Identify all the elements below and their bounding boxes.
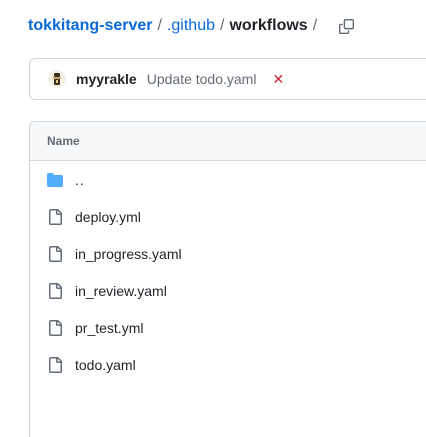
file-table: Name .. deploy.yml in_progress.yaml in_r…	[29, 121, 426, 437]
breadcrumb-separator: /	[312, 17, 318, 34]
breadcrumb-repo-link[interactable]: tokkitang-server	[28, 14, 153, 38]
breadcrumb-folder-link[interactable]: .github	[167, 14, 215, 38]
file-icon	[47, 319, 63, 336]
file-icon	[47, 282, 63, 299]
file-name-link[interactable]: deploy.yml	[75, 209, 141, 225]
file-name-link[interactable]: in_review.yaml	[75, 283, 167, 299]
file-name-link[interactable]: todo.yaml	[75, 357, 136, 373]
file-row[interactable]: in_progress.yaml	[30, 235, 426, 272]
user-avatar-icon	[53, 73, 61, 85]
avatar[interactable]	[48, 70, 66, 88]
breadcrumb: tokkitang-server / .github / workflows /	[28, 14, 358, 38]
file-icon	[47, 356, 63, 373]
file-row[interactable]: in_review.yaml	[30, 272, 426, 309]
parent-directory-label[interactable]: ..	[75, 172, 85, 188]
parent-directory-row[interactable]: ..	[30, 161, 426, 198]
copy-icon	[338, 18, 354, 34]
ci-status-failed-icon[interactable]: ✕	[272, 71, 284, 88]
file-name-link[interactable]: pr_test.yml	[75, 320, 143, 336]
name-column-header: Name	[47, 134, 80, 148]
breadcrumb-current: workflows	[229, 17, 308, 34]
file-icon	[47, 245, 63, 262]
breadcrumb-separator: /	[157, 17, 162, 34]
breadcrumb-separator: /	[220, 17, 225, 34]
table-header: Name	[30, 122, 426, 161]
file-icon	[47, 208, 63, 225]
file-name-link[interactable]: in_progress.yaml	[75, 246, 182, 262]
latest-commit-bar: myyrakle Update todo.yaml ✕	[29, 58, 426, 100]
folder-icon	[47, 172, 63, 188]
commit-author[interactable]: myyrakle	[76, 71, 137, 87]
file-row[interactable]: pr_test.yml	[30, 309, 426, 346]
file-row[interactable]: todo.yaml	[30, 346, 426, 383]
file-row[interactable]: deploy.yml	[30, 198, 426, 235]
commit-message[interactable]: Update todo.yaml	[147, 71, 257, 87]
copy-path-button[interactable]	[334, 14, 358, 38]
